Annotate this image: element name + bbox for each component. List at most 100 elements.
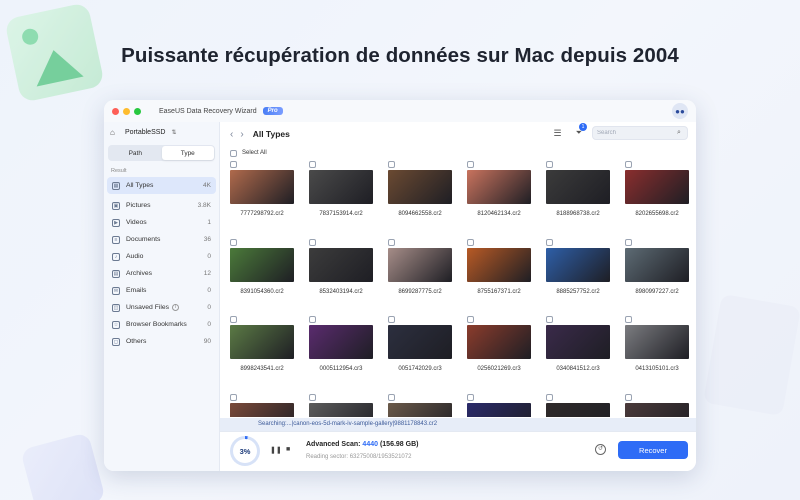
category-pictures[interactable]: ▣ Pictures 3.8K	[107, 197, 216, 214]
file-tile[interactable]: 8202655698.cr2	[621, 161, 691, 235]
category-all-types[interactable]: ▦ All Types 4K	[107, 177, 216, 194]
file-checkbox[interactable]	[467, 161, 474, 168]
file-checkbox[interactable]	[309, 316, 316, 323]
file-tile[interactable]: 8120462134.cr2	[463, 161, 533, 235]
pause-icon[interactable]: ❚❚	[270, 446, 282, 454]
file-checkbox[interactable]	[546, 161, 553, 168]
file-tile[interactable]	[226, 393, 296, 417]
file-thumbnail[interactable]	[625, 325, 689, 359]
file-thumbnail[interactable]	[467, 170, 531, 204]
file-checkbox[interactable]	[388, 238, 395, 246]
file-tile[interactable]: 8188968738.cr2	[542, 161, 612, 235]
file-tile[interactable]: 8699287775.cr2	[384, 238, 454, 313]
file-tile[interactable]	[305, 393, 375, 417]
file-tile[interactable]	[542, 393, 612, 417]
file-tile[interactable]	[463, 393, 533, 417]
file-checkbox[interactable]	[388, 393, 395, 401]
file-thumbnail[interactable]	[230, 325, 294, 359]
file-thumbnail[interactable]	[546, 247, 610, 282]
file-tile[interactable]	[384, 393, 454, 417]
file-tile[interactable]: 0340841512.cr3	[542, 316, 612, 390]
file-thumbnail[interactable]	[625, 402, 689, 417]
category-audio[interactable]: ♪ Audio 0	[107, 248, 216, 265]
info-icon[interactable]: i	[172, 304, 180, 311]
file-thumbnail[interactable]	[309, 402, 373, 417]
file-tile[interactable]: 7837153914.cr2	[305, 161, 375, 235]
file-tile[interactable]: 8998243541.cr2	[226, 316, 296, 390]
forward-arrow-icon[interactable]: ›	[240, 129, 243, 140]
drive-selector[interactable]: ⌂ PortableSSD ⇅	[104, 122, 219, 142]
close-window-button[interactable]	[112, 107, 119, 115]
back-arrow-icon[interactable]: ‹	[230, 129, 233, 140]
file-tile[interactable]: 0256021269.cr3	[463, 316, 533, 390]
search-icon[interactable]: ⌕	[677, 129, 681, 137]
file-tile[interactable]: 8755167371.cr2	[463, 238, 533, 313]
file-checkbox[interactable]	[625, 161, 632, 168]
search-box[interactable]: ⌕	[592, 126, 688, 140]
file-thumbnail[interactable]	[625, 170, 689, 204]
search-input[interactable]	[597, 130, 677, 136]
file-checkbox[interactable]	[467, 238, 474, 246]
file-checkbox[interactable]	[309, 393, 316, 401]
file-thumbnail[interactable]	[309, 325, 373, 359]
file-thumbnail[interactable]	[230, 402, 294, 417]
file-thumbnail[interactable]	[230, 247, 294, 282]
file-thumbnail[interactable]	[309, 247, 373, 282]
file-tile[interactable]: 8094662558.cr2	[384, 161, 454, 235]
tab-type[interactable]: Type	[161, 146, 214, 160]
file-thumbnail[interactable]	[467, 247, 531, 282]
file-thumbnail[interactable]	[467, 402, 531, 417]
file-thumbnail[interactable]	[625, 247, 689, 282]
file-checkbox[interactable]	[625, 393, 632, 401]
select-all-row[interactable]: Select All	[220, 146, 696, 160]
file-thumbnail[interactable]	[546, 325, 610, 359]
file-tile[interactable]: 8885257752.cr2	[542, 238, 612, 313]
category-browser-bookmarks[interactable]: ☆ Browser Bookmarks 0	[107, 316, 216, 333]
file-checkbox[interactable]	[230, 316, 237, 323]
file-tile[interactable]	[621, 393, 691, 417]
tab-path[interactable]: Path	[109, 146, 162, 160]
file-thumbnail[interactable]	[467, 325, 531, 359]
file-thumbnail[interactable]	[388, 325, 452, 359]
select-all-checkbox[interactable]	[230, 149, 237, 157]
file-checkbox[interactable]	[230, 161, 237, 168]
category-unsaved-files[interactable]: ◫ Unsaved Files i 0	[107, 299, 216, 316]
file-checkbox[interactable]	[388, 161, 395, 168]
category-emails[interactable]: ✉ Emails 0	[107, 282, 216, 299]
zoom-window-button[interactable]	[134, 107, 141, 115]
file-tile[interactable]: 8980997227.cr2	[621, 238, 691, 313]
history-icon[interactable]: ↺	[595, 444, 606, 455]
file-thumbnail[interactable]	[388, 402, 452, 417]
file-tile[interactable]: 0413105101.cr3	[621, 316, 691, 390]
filter-icon[interactable]: ⏷ 1	[576, 123, 587, 138]
file-tile[interactable]: 7777298792.cr2	[226, 161, 296, 235]
file-tile[interactable]: 8532403194.cr2	[305, 238, 375, 313]
file-tile[interactable]: 0005112954.cr3	[305, 316, 375, 390]
file-checkbox[interactable]	[625, 316, 632, 323]
list-view-icon[interactable]: ☰	[554, 128, 562, 139]
file-checkbox[interactable]	[546, 316, 553, 323]
file-checkbox[interactable]	[309, 161, 316, 168]
category-documents[interactable]: ≡ Documents 36	[107, 231, 216, 248]
category-others[interactable]: ◻ Others 90	[107, 333, 216, 350]
account-avatar-icon[interactable]: ●●	[672, 103, 688, 119]
file-tile[interactable]: 0051742029.cr3	[384, 316, 454, 390]
stop-icon[interactable]: ■	[286, 446, 290, 453]
file-tile[interactable]: 8391054360.cr2	[226, 238, 296, 313]
minimize-window-button[interactable]	[123, 107, 130, 115]
file-checkbox[interactable]	[546, 238, 553, 246]
file-thumbnail[interactable]	[230, 170, 294, 204]
file-checkbox[interactable]	[467, 316, 474, 323]
file-checkbox[interactable]	[230, 393, 237, 401]
file-checkbox[interactable]	[467, 393, 474, 401]
file-thumbnail[interactable]	[388, 247, 452, 282]
file-thumbnail[interactable]	[546, 402, 610, 417]
file-checkbox[interactable]	[230, 238, 237, 246]
category-videos[interactable]: ▶ Videos 1	[107, 214, 216, 231]
category-archives[interactable]: ▤ Archives 12	[107, 265, 216, 282]
file-checkbox[interactable]	[546, 393, 553, 401]
file-thumbnail[interactable]	[309, 170, 373, 204]
file-thumbnail[interactable]	[388, 170, 452, 204]
file-thumbnail[interactable]	[546, 170, 610, 204]
file-checkbox[interactable]	[625, 238, 632, 246]
